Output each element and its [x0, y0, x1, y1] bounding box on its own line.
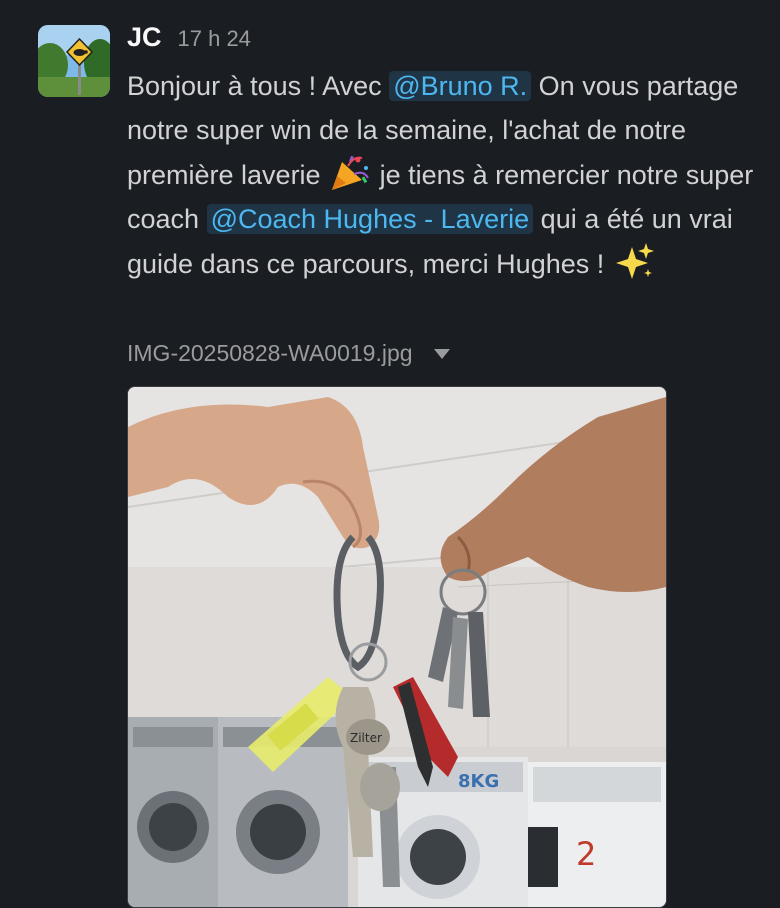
message-text: Bonjour à tous ! Avec	[127, 71, 382, 101]
washer-label: 8KG	[458, 771, 499, 792]
party-popper-icon	[328, 152, 372, 192]
mention-bruno[interactable]: @Bruno R.	[389, 71, 532, 101]
attachment-filename[interactable]: IMG-20250828-WA0019.jpg	[127, 340, 413, 367]
keychain-label: Zilter	[350, 731, 382, 745]
message-header: JC 17 h 24	[127, 22, 251, 53]
timestamp[interactable]: 17 h 24	[178, 26, 251, 52]
attachment-header[interactable]: IMG-20250828-WA0019.jpg	[127, 340, 451, 367]
turtle-crossing-sign-icon	[38, 25, 110, 97]
caret-down-icon[interactable]	[433, 347, 451, 361]
photo-hands-holding-keys-in-laundromat: 8KG 2 Zilter	[128, 387, 666, 907]
washer-number: 2	[576, 835, 596, 873]
author-name[interactable]: JC	[127, 22, 162, 53]
attachment-image[interactable]: 8KG 2 Zilter	[127, 386, 667, 908]
message-body: Bonjour à tous ! Avec @Bruno R. On vous …	[127, 64, 772, 286]
mention-coach-hughes[interactable]: @Coach Hughes - Laverie	[206, 204, 534, 234]
avatar[interactable]	[38, 25, 110, 97]
sparkles-icon	[612, 241, 656, 281]
message: JC 17 h 24 Bonjour à tous ! Avec @Bruno …	[0, 0, 780, 908]
